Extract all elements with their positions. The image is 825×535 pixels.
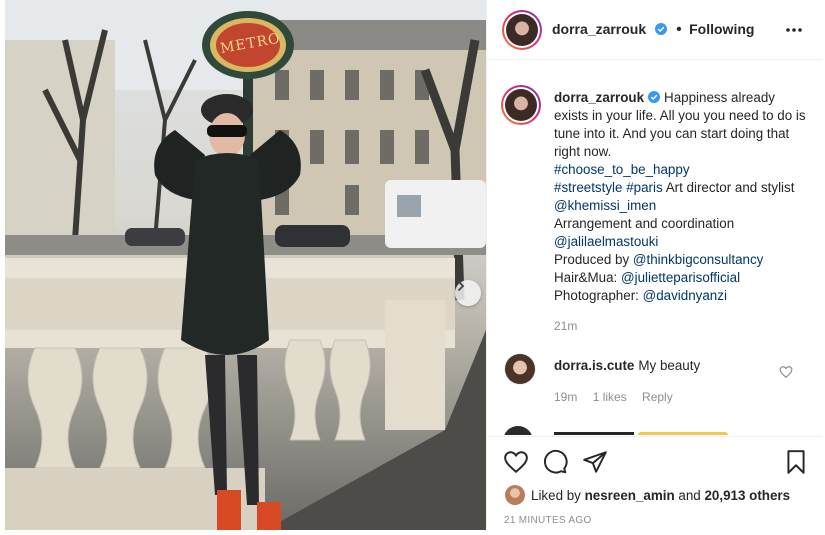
caption-text-produced-by: Produced by: [554, 252, 630, 267]
caption-text-art-director: Art director and stylist: [665, 180, 795, 195]
comment-likes-count[interactable]: 1 likes: [593, 390, 627, 404]
comment-text: My beauty: [638, 358, 701, 373]
mention-davidnyanzi[interactable]: @davidnyanzi: [643, 288, 727, 303]
next-photo-button[interactable]: [455, 280, 481, 306]
likes-middle: and: [678, 487, 701, 503]
caption-username[interactable]: dorra_zarrouk: [554, 90, 644, 105]
comment-like-heart-icon[interactable]: [779, 365, 793, 379]
comment-username[interactable]: dorra.is.cute: [554, 358, 634, 373]
following-button[interactable]: Following: [689, 21, 754, 37]
post-timestamp[interactable]: 21 MINUTES AGO: [504, 515, 592, 526]
likes-prefix: Liked by: [531, 487, 581, 503]
liker-username[interactable]: nesreen_amin: [585, 488, 675, 503]
comment-icon[interactable]: [542, 449, 568, 475]
author-avatar[interactable]: [502, 10, 542, 50]
post-header: dorra_zarrouk • Following: [487, 0, 822, 60]
likes-summary: Liked by nesreen_amin and 20,913 others: [505, 485, 790, 505]
hashtag-paris[interactable]: #paris: [626, 180, 662, 195]
post-actions-bar: Liked by nesreen_amin and 20,913 others …: [487, 436, 822, 530]
caption-text-arrangement: Arrangement and coordination: [554, 216, 735, 231]
photo-illustration: [5, 0, 486, 530]
heart-icon[interactable]: [503, 449, 529, 475]
separator-dot: •: [676, 21, 682, 38]
comment-time[interactable]: 19m: [554, 390, 577, 404]
caption-time[interactable]: 21m: [554, 319, 577, 333]
share-icon[interactable]: [582, 449, 608, 475]
post-photo[interactable]: METRO: [5, 0, 486, 530]
hashtag-choose-to-be-happy[interactable]: #choose_to_be_happy: [554, 162, 690, 177]
author-username[interactable]: dorra_zarrouk: [552, 21, 646, 37]
liker-avatar[interactable]: [505, 485, 525, 505]
comment-item: dorra.is.cute My beauty: [554, 358, 700, 373]
bookmark-icon[interactable]: [783, 449, 809, 475]
comment-reply-button[interactable]: Reply: [642, 390, 673, 404]
post-caption: dorra_zarrouk Happiness already exists in…: [554, 89, 809, 305]
partial-next-comment: [503, 426, 743, 435]
chevron-right-icon: [458, 281, 465, 291]
caption-avatar[interactable]: [501, 85, 541, 125]
hashtag-streetstyle[interactable]: #streetstyle: [554, 180, 622, 195]
likes-count[interactable]: 20,913 others: [704, 488, 790, 503]
caption-text-photographer: Photographer:: [554, 288, 639, 303]
verified-badge-icon: [654, 23, 667, 35]
mention-thinkbigconsultancy[interactable]: @thinkbigconsultancy: [633, 252, 763, 267]
comments-section: dorra_zarrouk Happiness already exists in…: [487, 61, 822, 435]
mention-julietteparisofficial[interactable]: @julietteparisofficial: [621, 270, 740, 285]
comment-actions: 19m 1 likes Reply: [554, 390, 685, 404]
caption-text-hair-mua: Hair&Mua:: [554, 270, 618, 285]
post-details-panel: dorra_zarrouk • Following dorra_zarrouk H…: [486, 0, 822, 530]
mention-khemissi-imen[interactable]: @khemissi_imen: [554, 198, 656, 213]
verified-badge-icon: [648, 91, 661, 103]
commenter-avatar[interactable]: [504, 353, 536, 385]
mention-jalilaelmastouki[interactable]: @jalilaelmastouki: [554, 234, 658, 249]
more-options-icon[interactable]: [782, 20, 806, 40]
